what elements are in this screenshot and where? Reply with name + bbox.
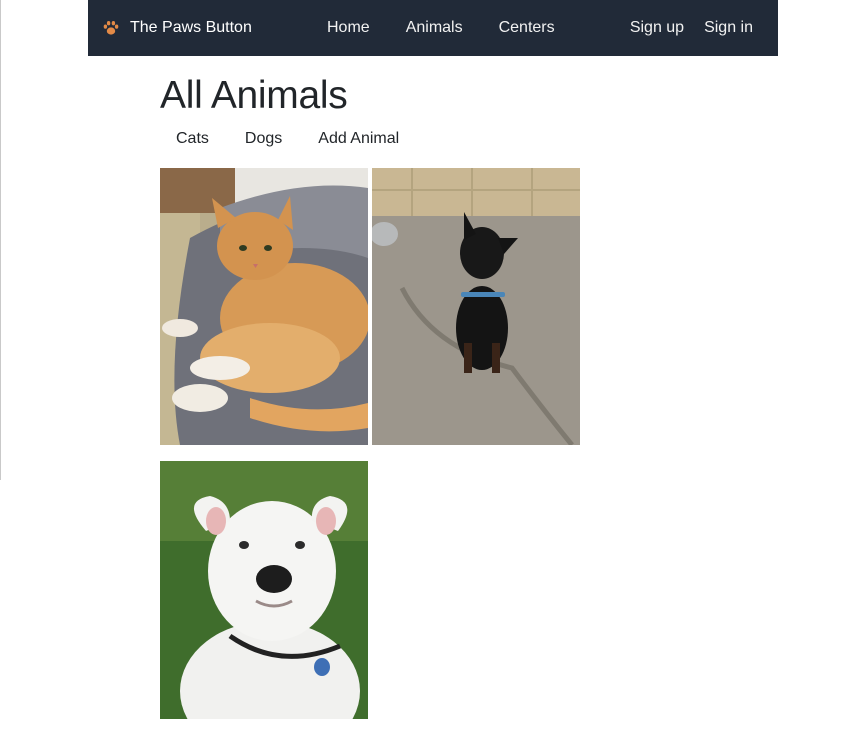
- paw-icon: [103, 21, 119, 35]
- sign-up-link[interactable]: Sign up: [630, 19, 684, 37]
- white-dog-photo: [160, 461, 368, 719]
- brand-link[interactable]: The Paws Button: [102, 0, 252, 56]
- animal-card-cat[interactable]: [160, 168, 368, 445]
- brand-name: The Paws Button: [130, 19, 252, 36]
- nav-home-link[interactable]: Home: [327, 19, 370, 37]
- black-dog-photo: [372, 168, 580, 445]
- nav-animals-link[interactable]: Animals: [406, 19, 463, 37]
- sign-in-link[interactable]: Sign in: [704, 19, 753, 37]
- top-navbar: The Paws Button Home Animals Centers Sig…: [88, 0, 778, 56]
- animal-card-white-dog[interactable]: [160, 461, 368, 719]
- auth-nav: Sign up Sign in: [630, 0, 753, 56]
- window-edge: [0, 0, 1, 480]
- animal-card-black-dog[interactable]: [372, 168, 580, 445]
- filter-dogs-link[interactable]: Dogs: [245, 130, 282, 148]
- add-animal-link[interactable]: Add Animal: [318, 130, 399, 148]
- page-title: All Animals: [160, 74, 348, 117]
- main-nav: Home Animals Centers: [327, 0, 555, 56]
- filter-cats-link[interactable]: Cats: [176, 130, 209, 148]
- nav-centers-link[interactable]: Centers: [499, 19, 555, 37]
- orange-kitten-photo: [160, 168, 368, 445]
- animal-filter-nav: Cats Dogs Add Animal: [176, 130, 399, 148]
